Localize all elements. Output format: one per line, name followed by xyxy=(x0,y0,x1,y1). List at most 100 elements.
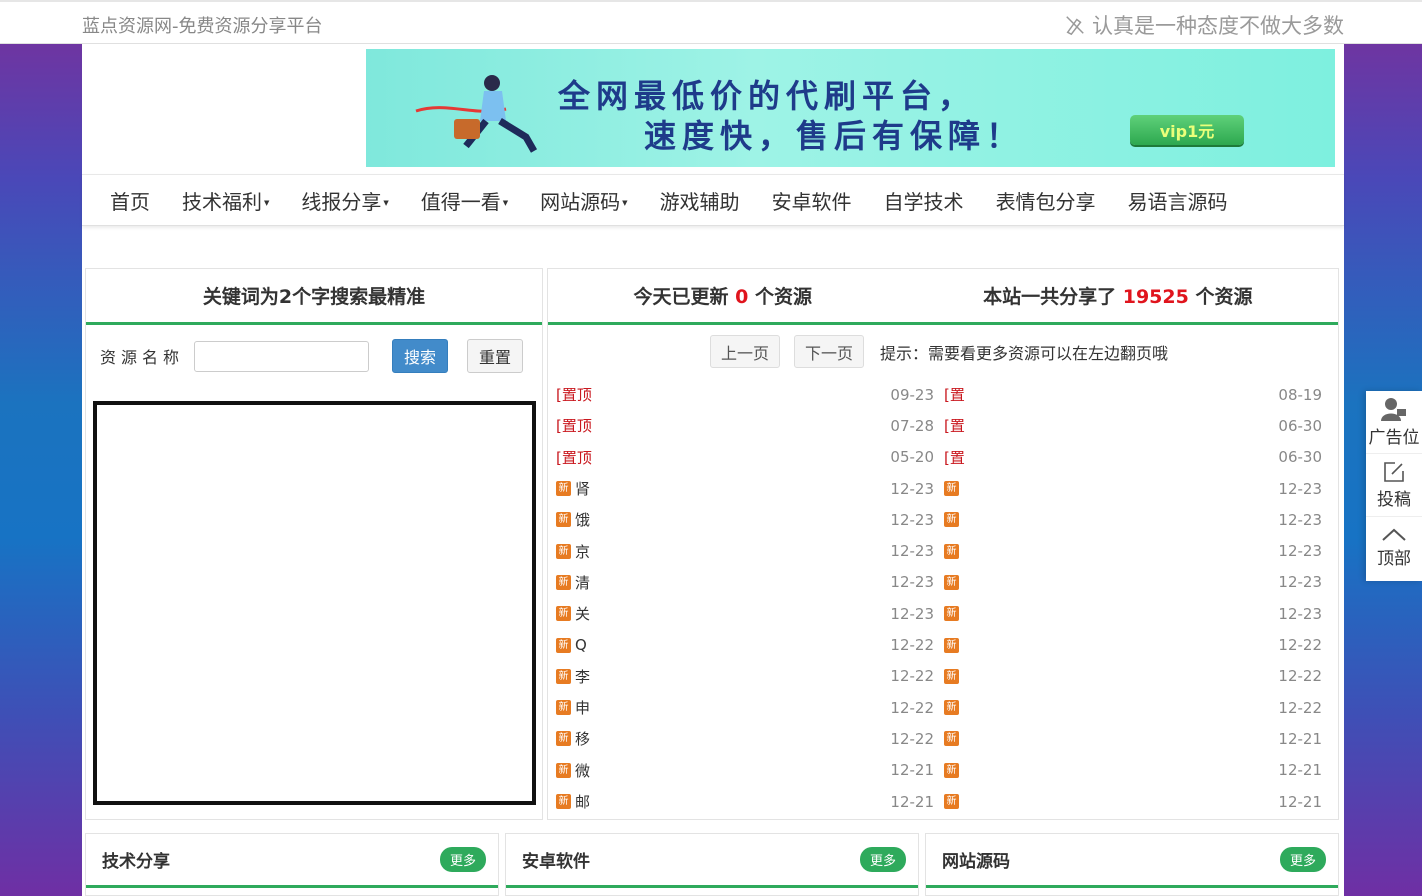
resource-title[interactable]: 申 xyxy=(575,697,590,718)
resource-title[interactable]: [置 xyxy=(944,447,965,468)
more-button[interactable]: 更多 xyxy=(1279,847,1326,872)
resource-title[interactable]: Q xyxy=(575,636,587,654)
resource-title[interactable]: [置顶 xyxy=(556,447,592,468)
more-button[interactable]: 更多 xyxy=(859,847,906,872)
resource-list-item[interactable]: 新 12-21 xyxy=(944,723,1322,754)
reset-button[interactable]: 重置 xyxy=(467,339,524,373)
resource-list-item[interactable]: [置顶 07-28 xyxy=(556,410,934,441)
search-button[interactable]: 搜索 xyxy=(392,339,449,373)
resource-title[interactable]: [置顶 xyxy=(556,384,592,405)
nav-item-label: 游戏辅助 xyxy=(659,189,740,214)
total-count: 19525 xyxy=(1122,286,1189,308)
resource-list-item[interactable]: 新 12-21 xyxy=(944,755,1322,786)
new-badge: 新 xyxy=(944,731,959,747)
resource-list-item[interactable]: 新肾 12-23 xyxy=(556,473,934,504)
resource-title[interactable]: 李 xyxy=(575,666,590,687)
resource-title[interactable]: 微 xyxy=(575,760,590,781)
nav-item[interactable]: 安卓软件 xyxy=(756,186,868,215)
side-ad-label: 广告位 xyxy=(1368,427,1420,448)
resource-title[interactable]: 肾 xyxy=(575,478,590,499)
resource-list-item[interactable]: 新 12-23 xyxy=(944,473,1322,504)
search-input[interactable] xyxy=(194,340,370,372)
resource-list-item[interactable]: 新申 12-22 xyxy=(556,692,934,723)
search-row: 资源名称 搜索 重置 xyxy=(100,339,524,373)
resource-title[interactable]: 京 xyxy=(575,541,590,562)
more-button[interactable]: 更多 xyxy=(439,847,486,872)
resource-title[interactable]: 饿 xyxy=(575,509,590,530)
resource-date: 12-22 xyxy=(890,667,934,686)
resource-list-item[interactable]: [置顶 05-20 xyxy=(556,442,934,473)
resource-list-item[interactable]: 新移 12-22 xyxy=(556,723,934,754)
resource-date: 12-22 xyxy=(890,729,934,748)
resource-list-item[interactable]: 新 12-23 xyxy=(944,598,1322,629)
next-page-button[interactable]: 下一页 xyxy=(794,335,865,368)
resource-list-item[interactable]: 新 12-21 xyxy=(944,786,1322,817)
resource-title[interactable]: 关 xyxy=(575,603,590,624)
resource-title[interactable]: [置 xyxy=(944,384,965,405)
resource-list-item[interactable]: 新 12-22 xyxy=(944,661,1322,692)
nav-item[interactable]: 网站源码 ▼ xyxy=(524,186,643,215)
resource-date: 12-22 xyxy=(890,636,934,655)
resource-date: 12-23 xyxy=(1278,479,1322,498)
resource-list-item[interactable]: 新 12-23 xyxy=(944,504,1322,535)
new-badge: 新 xyxy=(556,762,571,778)
resource-date: 12-21 xyxy=(890,761,934,780)
resource-list-item[interactable]: [置 06-30 xyxy=(944,442,1322,473)
resource-list-item[interactable]: 新清 12-23 xyxy=(556,567,934,598)
resource-list-item[interactable]: 新 12-22 xyxy=(944,692,1322,723)
resource-list-item[interactable]: [置 06-30 xyxy=(944,410,1322,441)
ad-image-placeholder[interactable] xyxy=(93,401,536,805)
resource-list-item[interactable]: 新 12-23 xyxy=(944,535,1322,566)
resource-title[interactable]: 移 xyxy=(575,728,590,749)
caret-down-icon: ▼ xyxy=(383,199,389,207)
section-title: 网站源码 xyxy=(942,852,1010,872)
new-badge: 新 xyxy=(556,574,571,590)
nav-item[interactable]: 自学技术 xyxy=(868,186,980,215)
resource-title[interactable]: 邮 xyxy=(575,791,590,812)
resource-list-item[interactable]: [置 08-19 xyxy=(944,379,1322,410)
resource-list-item[interactable]: 新饿 12-23 xyxy=(556,504,934,535)
nav-item[interactable]: 易语言源码 xyxy=(1112,186,1244,215)
new-badge: 新 xyxy=(944,637,959,653)
nav-item[interactable]: 技术福利 ▼ xyxy=(166,186,285,215)
nav-item[interactable]: 线报分享 ▼ xyxy=(285,186,404,215)
new-badge: 新 xyxy=(944,606,959,622)
side-float-toolbar: 广告位 投稿 顶部 xyxy=(1366,391,1422,581)
resource-list-item[interactable]: 新京 12-23 xyxy=(556,535,934,566)
prev-page-button[interactable]: 上一页 xyxy=(710,335,781,368)
resource-list-item[interactable]: 新 Q 12-22 xyxy=(556,629,934,660)
resource-date: 08-19 xyxy=(1278,385,1322,404)
nav-item[interactable]: 首页 xyxy=(94,186,166,215)
side-submit-button[interactable]: 投稿 xyxy=(1366,454,1422,517)
resource-date: 12-21 xyxy=(1278,761,1322,780)
resource-date: 12-21 xyxy=(1278,729,1322,748)
ad-banner[interactable]: 全网最低价的代刷平台， 速度快，售后有保障！ vip1元 xyxy=(366,49,1335,167)
side-ad-button[interactable]: 广告位 xyxy=(1366,391,1422,454)
nav-item[interactable]: 表情包分享 xyxy=(980,186,1112,215)
new-badge: 新 xyxy=(944,762,959,778)
resource-date: 12-23 xyxy=(890,510,934,529)
nav-item[interactable]: 游戏辅助 xyxy=(644,186,756,215)
resource-list-item[interactable]: 新微 12-21 xyxy=(556,755,934,786)
resource-list-item[interactable]: 新关 12-23 xyxy=(556,598,934,629)
resource-list-item[interactable]: 新李 12-22 xyxy=(556,661,934,692)
resource-list-item[interactable]: 新 12-22 xyxy=(944,629,1322,660)
new-badge: 新 xyxy=(944,481,959,497)
resource-list-item[interactable]: 新邮 12-21 xyxy=(556,786,934,817)
resource-date: 12-22 xyxy=(1278,698,1322,717)
site-title[interactable]: 蓝点资源网-免费资源分享平台 xyxy=(82,12,323,38)
resource-list-item[interactable]: [置顶 09-23 xyxy=(556,379,934,410)
resource-title[interactable]: [置顶 xyxy=(556,415,592,436)
resource-date: 09-23 xyxy=(890,385,934,404)
resource-list-item[interactable]: 新 12-23 xyxy=(944,567,1322,598)
main-nav: 首页 技术福利 ▼ 线报分享 ▼ 值得一看 ▼ 网站源码 ▼ 游戏辅助 安卓软件 自学技术 表情包分享易… xyxy=(82,174,1344,226)
side-top-button[interactable]: 顶部 xyxy=(1366,517,1422,580)
resource-title[interactable]: 清 xyxy=(575,572,590,593)
pen-off-icon xyxy=(1066,16,1084,36)
nav-item[interactable]: 值得一看 ▼ xyxy=(405,186,524,215)
resource-date: 12-23 xyxy=(890,542,934,561)
new-badge: 新 xyxy=(944,574,959,590)
resource-panel: 今天已更新 0 个资源 本站一共分享了 19525 个资源 上一页 下一页 提示… xyxy=(547,268,1339,820)
resource-date: 12-23 xyxy=(1278,542,1322,561)
resource-title[interactable]: [置 xyxy=(944,415,965,436)
